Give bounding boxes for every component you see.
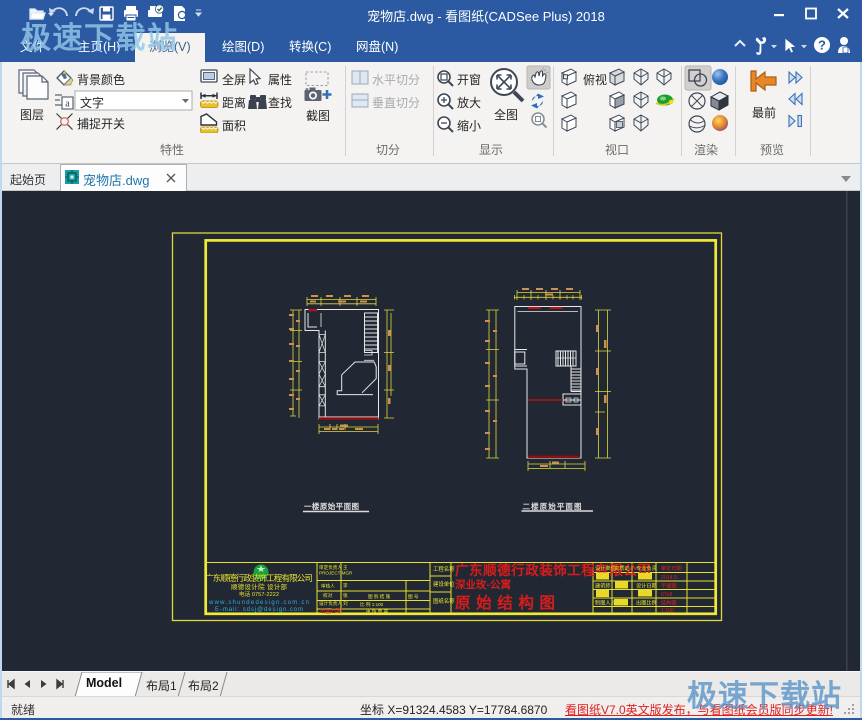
svg-text:图 号: 图 号 — [408, 594, 419, 600]
svg-text:审 核 图 章: 审 核 图 章 — [366, 608, 389, 615]
svg-text:设计单位: 设计单位 — [595, 564, 616, 572]
svg-text:2014.5: 2014.5 — [661, 575, 677, 581]
svg-text:刘: 刘 — [343, 600, 348, 606]
svg-text:建筑师: 建筑师 — [595, 582, 611, 590]
svg-text:建设单位: 建设单位 — [433, 580, 455, 588]
svg-text:设计日期: 设计日期 — [636, 582, 657, 590]
svg-text:原始结构图: 原始结构图 — [455, 593, 555, 612]
svg-text:审核人: 审核人 — [321, 583, 335, 590]
svg-text:比 例 1:100: 比 例 1:100 — [360, 601, 384, 608]
svg-text:李: 李 — [343, 582, 348, 588]
svg-text:王: 王 — [343, 565, 348, 570]
svg-text:设计负责人: 设计负责人 — [319, 600, 342, 607]
svg-text:图纸名称: 图纸名称 — [433, 597, 455, 605]
svg-text:结构图: 结构图 — [661, 599, 677, 607]
svg-text:审定日期: 审定日期 — [661, 564, 682, 572]
svg-text:E-mail: sdsj@design.com: E-mail: sdsj@design.com — [215, 607, 303, 613]
svg-text:07c8: 07c8 — [661, 592, 672, 598]
svg-text:校对: 校对 — [323, 592, 333, 599]
svg-text:出图比例: 出图比例 — [636, 599, 657, 607]
svg-text:工程名称: 工程名称 — [433, 565, 455, 573]
svg-text:出图日期: 出图日期 — [320, 607, 343, 615]
svg-text:1:100: 1:100 — [661, 608, 674, 614]
svg-text:PROJECT MGR: PROJECT MGR — [319, 571, 353, 576]
svg-text:顺德设计院 设计部: 顺德设计院 设计部 — [231, 582, 288, 591]
svg-text:二楼原始平面图: 二楼原始平面图 — [523, 501, 583, 511]
svg-text:电话 0757-2222: 电话 0757-2222 — [239, 590, 279, 598]
svg-text:张: 张 — [343, 592, 348, 599]
svg-text:a: a — [65, 99, 70, 110]
svg-text:一楼原始平面图: 一楼原始平面图 — [304, 501, 360, 511]
svg-text:?: ? — [818, 38, 826, 53]
svg-text:资质证: 资质证 — [614, 564, 630, 572]
svg-text:图 别 结 施: 图 别 结 施 — [368, 593, 391, 600]
svg-text:专业负责: 专业负责 — [636, 564, 657, 572]
svg-text:深业玫-公寓: 深业玫-公寓 — [455, 578, 511, 591]
svg-text:www.shundedesign.com.cn: www.shundedesign.com.cn — [208, 600, 309, 606]
svg-text:广东顺德行政装饰工程有限公司: 广东顺德行政装饰工程有限公司 — [205, 572, 313, 583]
svg-text:制图人员: 制图人员 — [595, 599, 616, 607]
svg-text:平面图: 平面图 — [661, 583, 677, 590]
